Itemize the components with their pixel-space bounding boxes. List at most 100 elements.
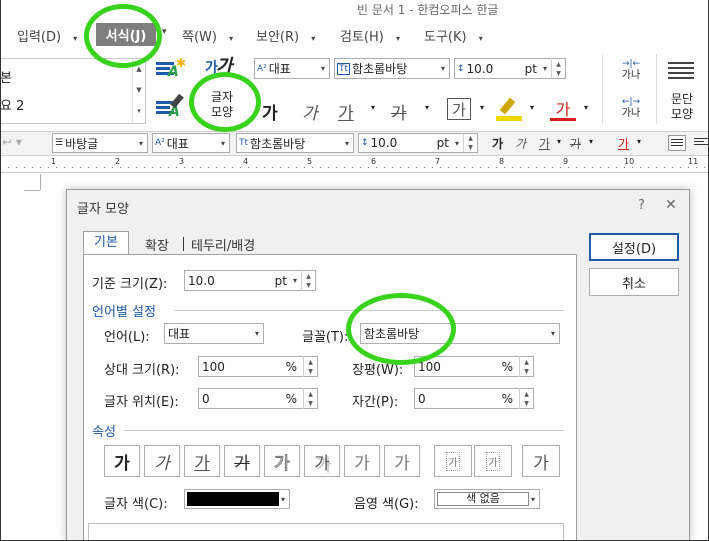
chevron-down-icon[interactable]: ▾: [480, 103, 484, 112]
width-input[interactable]: 100 % ▲ ▼: [414, 356, 534, 377]
ribbon-lang-select[interactable]: A² 대표 ▾: [254, 58, 330, 79]
arrows-in-icon: →|←: [621, 59, 641, 69]
char-spacing-wide-button[interactable]: ←|→ 가나: [614, 96, 648, 124]
font-color-picker[interactable]: ▾: [184, 489, 290, 509]
spacing-input[interactable]: 0 % ▲ ▼: [414, 388, 534, 409]
tab-border-bg[interactable]: 테두리/배경: [191, 235, 255, 254]
width-spinner[interactable]: ▲ ▼: [519, 356, 533, 377]
attr-emboss-button[interactable]: 가: [344, 445, 380, 477]
ruler-number: 3: [179, 157, 185, 166]
toolbar-bold[interactable]: 가: [492, 135, 503, 152]
spacing-spinner[interactable]: ▲ ▼: [519, 388, 533, 409]
menu-insert[interactable]: 입력(D) ▾: [17, 26, 77, 45]
lang-icon: A²: [257, 63, 267, 74]
section-divider: [124, 430, 564, 431]
attr-normal-button[interactable]: 가: [522, 445, 560, 477]
strike-button[interactable]: 가: [391, 99, 407, 124]
arrows-out-icon: ←|→: [621, 97, 641, 107]
highlight-pen-icon[interactable]: [496, 96, 522, 122]
ribbon-font-select[interactable]: Tt 함초롬바탕 ▾: [334, 58, 450, 79]
align-justify-icon[interactable]: [668, 135, 686, 151]
ok-button[interactable]: 설정(D): [589, 233, 679, 261]
style-apply-icon[interactable]: A ✱: [156, 56, 186, 82]
char-spacing-narrow-button[interactable]: →|← 가나: [614, 58, 648, 86]
ribbon-separator: [656, 54, 657, 124]
style-item[interactable]: 본: [0, 67, 12, 86]
rel-size-input[interactable]: 100 % ▲ ▼: [198, 356, 318, 377]
outline-button[interactable]: 가: [447, 98, 471, 120]
shade-color-picker[interactable]: 색 없음 ▾: [434, 489, 540, 509]
tab-basic[interactable]: 기본: [83, 231, 129, 255]
toolbar-lang-select[interactable]: A² 대표 ▾: [152, 133, 230, 153]
rel-size-label: 상대 크기(R):: [104, 363, 180, 378]
chevron-down-icon[interactable]: ▾: [589, 137, 593, 146]
style-icon: ☰: [55, 138, 64, 148]
toolbar-underline[interactable]: 가: [539, 135, 550, 152]
close-icon[interactable]: ✕: [665, 197, 677, 213]
highlight-circle-format-menu: [84, 4, 162, 68]
undo-icon[interactable]: ↩ ▾: [2, 135, 22, 149]
toolbar-size-input[interactable]: ↕ 10.0 pt ▾ ▲ ▼: [358, 133, 478, 153]
attr-strike-button[interactable]: 가: [224, 445, 260, 477]
chevron-down-icon: ▾: [395, 34, 400, 43]
shade-label: 음영 색(G):: [354, 497, 419, 512]
chevron-down-icon[interactable]: ▾: [584, 103, 588, 112]
ribbon-size-input[interactable]: ↕ 10.0 pt ▾ ▲ ▼: [454, 58, 566, 79]
ruler[interactable]: 1 2 3 4 5 6 7 8 9 10 11: [0, 157, 709, 173]
attr-subscript-button[interactable]: 가: [474, 445, 512, 477]
lang-icon: A²: [155, 138, 165, 148]
help-icon[interactable]: ?: [638, 198, 645, 213]
para-shape-icon[interactable]: [668, 60, 694, 82]
style-select[interactable]: ☰ 바탕글 ▾: [52, 133, 148, 153]
menu-tools[interactable]: 도구(K) ▾: [424, 26, 483, 45]
chevron-down-icon[interactable]: ▾: [371, 103, 375, 112]
toolbar-italic[interactable]: 가: [515, 135, 526, 152]
align-left-icon[interactable]: [692, 135, 709, 151]
attr-superscript-button[interactable]: 가: [434, 445, 472, 477]
attr-shadow-button[interactable]: 가: [304, 445, 340, 477]
chevron-down-icon[interactable]: ▾: [425, 103, 429, 112]
chevron-down-icon: ▾: [320, 64, 325, 73]
chevron-down-icon[interactable]: ▾: [557, 137, 561, 146]
menu-security[interactable]: 보안(R) ▾: [256, 26, 315, 45]
bold-button[interactable]: 가: [262, 99, 278, 124]
ruler-number: 4: [243, 157, 249, 166]
toolbar-font-color[interactable]: 가: [618, 135, 629, 152]
tab-panel: 기준 크기(Z): 10.0 pt ▾ ▲ ▼ 언어별 설정 언어(L): 대표 …: [83, 254, 577, 541]
size-spinner[interactable]: ▲ ▼: [463, 134, 477, 152]
font-icon: Tt: [239, 138, 249, 148]
gallery-scroll[interactable]: ▲ ▼ ▾: [132, 59, 145, 123]
underline-button[interactable]: 가: [338, 99, 354, 124]
style-item[interactable]: 요 2: [0, 95, 24, 114]
menu-page[interactable]: 쪽(W) ▾: [182, 26, 233, 45]
menu-review[interactable]: 검토(H) ▾: [340, 26, 400, 45]
chevron-down-icon[interactable]: ▾: [637, 137, 641, 146]
style-edit-icon[interactable]: A: [156, 93, 186, 122]
shade-swatch: 색 없음: [437, 492, 529, 506]
chevron-down-icon[interactable]: ▾: [530, 103, 534, 112]
attr-underline-button[interactable]: 가: [184, 445, 220, 477]
base-size-input[interactable]: 10.0 pt ▾ ▲ ▼: [184, 270, 316, 291]
cancel-button[interactable]: 취소: [589, 268, 679, 296]
attr-italic-button[interactable]: 가: [144, 445, 180, 477]
tab-extended[interactable]: 확장: [145, 235, 169, 254]
italic-button[interactable]: 가: [302, 99, 318, 124]
attr-engrave-button[interactable]: 가: [384, 445, 420, 477]
page-edge: [40, 174, 41, 190]
lang-select[interactable]: 대표 ▾: [164, 323, 264, 344]
pos-spinner[interactable]: ▲ ▼: [303, 388, 317, 409]
toolbar-font-select[interactable]: Tt 함초롬바탕 ▾: [236, 133, 354, 153]
char-shape-dialog: 글자 모양 ? ✕ 기본 확장 테두리/배경 기준 크기(Z): 10.0 pt…: [66, 189, 690, 541]
attr-outline-button[interactable]: 가: [264, 445, 300, 477]
pos-input[interactable]: 0 % ▲ ▼: [198, 388, 318, 409]
rel-size-spinner[interactable]: ▲ ▼: [303, 356, 317, 377]
para-shape-button[interactable]: 문단 모양: [664, 92, 700, 122]
base-size-spinner[interactable]: ▲ ▼: [301, 270, 315, 291]
chevron-down-icon[interactable]: ▾: [162, 27, 167, 37]
size-spinner[interactable]: ▲ ▼: [551, 58, 565, 79]
toolbar-strike[interactable]: 가: [570, 135, 581, 152]
attr-bold-button[interactable]: 가: [104, 445, 140, 477]
tab-divider: [183, 237, 184, 251]
font-color-button[interactable]: 가: [550, 96, 576, 122]
highlight-circle-char-shape: [189, 72, 261, 132]
